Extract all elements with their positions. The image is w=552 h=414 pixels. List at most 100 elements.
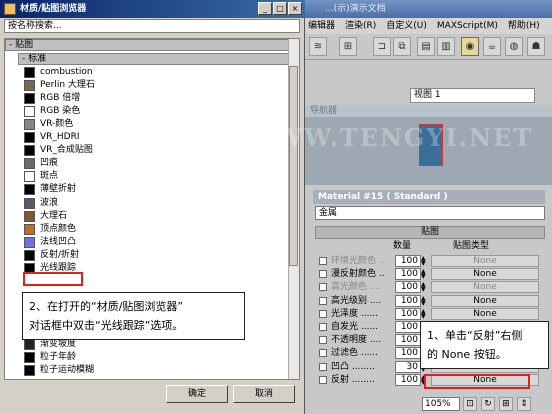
map-list-item[interactable]: RGB 倍增 — [24, 92, 294, 105]
map-enable-checkbox[interactable] — [319, 362, 327, 371]
material-editor-icon[interactable]: ◉ — [461, 37, 479, 56]
map-list-label: 粒子运动模糊 — [40, 365, 95, 375]
map-swatch-icon — [24, 158, 35, 170]
map-enable-checkbox[interactable] — [319, 336, 327, 345]
map-slot-button[interactable]: None — [431, 268, 539, 281]
map-list-item[interactable]: 法线凹凸 — [24, 236, 294, 249]
map-enable-checkbox[interactable] — [319, 257, 327, 265]
map-amount-spinner[interactable]: 100 — [395, 307, 421, 320]
map-list-item[interactable]: 波浪 — [24, 197, 294, 210]
map-row: 高光级别 .... 100 ▲ ▼ None — [315, 294, 545, 308]
maps-rollout-bar[interactable]: 贴图 — [315, 226, 545, 239]
map-swatch-icon — [24, 184, 35, 196]
map-enable-checkbox[interactable] — [319, 309, 327, 318]
maximize-icon[interactable]: □ — [273, 2, 287, 15]
map-slot-button[interactable]: None — [431, 281, 539, 294]
refresh-icon[interactable]: ↻ — [481, 397, 495, 411]
map-row-label: 自发光 ...... — [331, 322, 379, 332]
material-name-field[interactable]: 金属 — [315, 206, 545, 220]
map-amount-spinner[interactable]: 100 — [395, 268, 421, 281]
mirror-icon[interactable]: ⧉ — [393, 37, 411, 56]
map-swatch-icon — [24, 249, 35, 261]
scrollbar-thumb[interactable] — [289, 66, 298, 266]
map-row-label: 高光颜色 .... — [331, 282, 382, 293]
map-amount-spinner[interactable]: 100 — [395, 294, 421, 307]
grid-icon[interactable]: ⊞ — [499, 397, 513, 411]
map-amount-spinner[interactable]: 100 — [395, 334, 421, 347]
search-input[interactable]: 按名称搜索... — [4, 19, 300, 33]
map-list-item[interactable]: RGB 染色 — [24, 105, 294, 118]
zoom-select[interactable]: 105% — [422, 397, 460, 411]
navigate-icon[interactable]: ⇕ — [517, 397, 531, 411]
minimize-icon[interactable]: _ — [258, 2, 272, 15]
main-toolbar: ≋ ⊞ ⊐ ⧉ ▤ ▥ ◉ ☕ ◍ ☗ — [305, 34, 552, 60]
standard-rollout[interactable]: - 标准 — [18, 53, 293, 65]
map-list-item[interactable]: 薄壁折射 — [24, 183, 294, 196]
map-list-label: RGB 染色 — [40, 106, 81, 117]
map-list-item[interactable]: 反射/折射 — [24, 249, 294, 262]
map-amount-spinner[interactable]: 100 — [395, 281, 421, 294]
map-amount-spinner[interactable]: 100 — [395, 255, 421, 267]
step1-line1: 1、单击“反射”右侧 — [427, 329, 523, 342]
map-list-item[interactable]: 斑点 — [24, 170, 294, 183]
map-amount-spinner[interactable]: 100 — [395, 373, 421, 386]
map-swatch-icon — [24, 106, 35, 118]
menu-maxscript[interactable]: MAXScript(M) — [437, 18, 498, 34]
map-list-label: 顶点颜色 — [40, 223, 77, 234]
map-slot-button[interactable]: None — [431, 255, 539, 267]
render-frame-icon[interactable]: ◍ — [505, 37, 523, 56]
map-list-label: Perlin 大理石 — [40, 80, 95, 91]
map-amount-spinner[interactable]: 100 — [395, 321, 421, 333]
map-list-item[interactable]: 顶点颜色 — [24, 223, 294, 236]
map-row-label: 漫反射颜色 .. — [331, 269, 385, 280]
material-map-browser-dialog: 材质/贴图浏览器 _ □ × 按名称搜索... - 贴图 - 标准 combus… — [0, 0, 305, 414]
step2-line2: 对话框中双击“光线跟踪”选项。 — [29, 319, 184, 332]
map-amount-spinner[interactable]: 100 — [395, 347, 421, 360]
map-list-item[interactable]: Perlin 大理石 — [24, 79, 294, 92]
ok-button[interactable]: 确定 — [166, 385, 228, 403]
curve-editor-icon[interactable]: ≋ — [309, 37, 327, 56]
viewport-title: 导航器 — [305, 105, 552, 117]
map-row-label: 环境光颜色 .. — [331, 256, 385, 266]
lock-icon[interactable]: ⊡ — [463, 397, 477, 411]
max-title-bar: ...(示)演示文档 — [305, 0, 552, 18]
map-slot-button[interactable]: None — [431, 294, 539, 307]
map-enable-checkbox[interactable] — [319, 375, 327, 384]
menu-help[interactable]: 帮助(H) — [508, 18, 540, 34]
menu-editors[interactable]: 编辑器 — [308, 18, 335, 34]
spinner-arrows-icon[interactable]: ▲▼ — [421, 308, 427, 319]
viewport-select[interactable]: 视图 1 — [410, 88, 535, 103]
spinner-arrows-icon[interactable]: ▲▼ — [421, 269, 427, 280]
spinner-arrows-icon[interactable]: ▲▼ — [421, 282, 427, 293]
map-enable-checkbox[interactable] — [319, 323, 327, 331]
layer-icon[interactable]: ▤ — [417, 37, 435, 56]
map-enable-checkbox[interactable] — [319, 349, 327, 358]
layer-manager-icon[interactable]: ▥ — [437, 37, 455, 56]
align-icon[interactable]: ⊐ — [373, 37, 391, 56]
map-list-item[interactable]: 粒子运动模糊 — [24, 364, 294, 377]
cancel-button[interactable]: 取消 — [233, 385, 295, 403]
maps-rollout[interactable]: - 贴图 — [5, 39, 293, 51]
map-slot-button[interactable]: None — [431, 307, 539, 320]
map-swatch-icon — [24, 67, 35, 78]
menu-rendering[interactable]: 渲染(R) — [345, 18, 376, 34]
map-enable-checkbox[interactable] — [319, 270, 327, 279]
menu-customize[interactable]: 自定义(U) — [386, 18, 427, 34]
spinner-arrows-icon[interactable]: ▲▼ — [421, 295, 427, 306]
map-amount-spinner[interactable]: 30 — [395, 360, 421, 373]
map-list-item[interactable]: 大理石 — [24, 210, 294, 223]
map-enable-checkbox[interactable] — [319, 296, 327, 305]
map-enable-checkbox[interactable] — [319, 283, 327, 292]
spinner-arrows-icon[interactable]: ▲▼ — [421, 256, 427, 267]
step2-callout: 2、在打开的“材质/贴图浏览器” 对话框中双击“光线跟踪”选项。 — [22, 292, 245, 340]
quick-render-icon[interactable]: ☗ — [527, 37, 545, 56]
map-list-label: 大理石 — [40, 210, 68, 221]
map-list-item[interactable]: 凹痕 — [24, 157, 294, 170]
material-header: Material #15 ( Standard ) — [313, 190, 545, 204]
schematic-view-icon[interactable]: ⊞ — [339, 37, 357, 56]
map-list-item[interactable]: 粒子年龄 — [24, 351, 294, 364]
step2-line1: 2、在打开的“材质/贴图浏览器” — [29, 300, 184, 313]
render-setup-icon[interactable]: ☕ — [483, 37, 501, 56]
map-list-item[interactable]: combustion — [24, 66, 294, 79]
close-icon[interactable]: × — [288, 2, 302, 15]
